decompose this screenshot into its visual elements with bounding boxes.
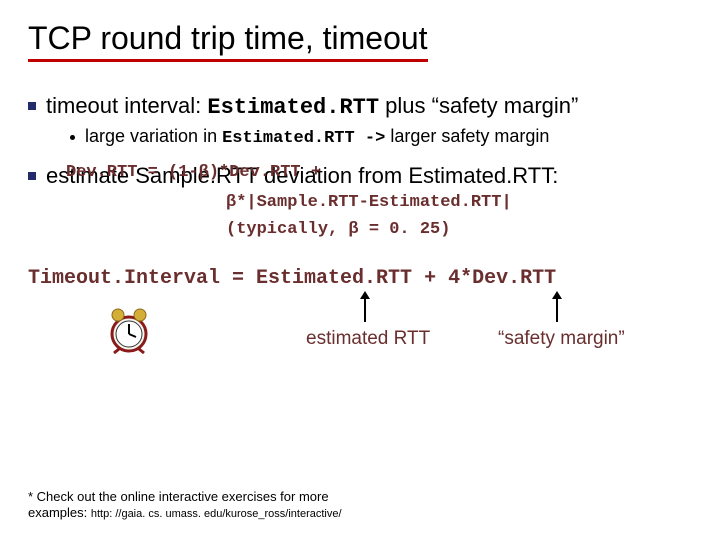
bullet-estimate-deviation: estimate Sample.RTT deviation from Estim… bbox=[28, 162, 692, 190]
bullet-code: Estimated.RTT bbox=[207, 95, 379, 120]
sub-code: Estimated.RTT -> bbox=[222, 129, 385, 148]
footnote: * Check out the online interactive exerc… bbox=[28, 489, 368, 522]
dot-bullet-icon bbox=[70, 135, 75, 140]
formula-typically: (typically, β = 0. 25) bbox=[226, 220, 692, 239]
bullet-lead: timeout interval: bbox=[46, 93, 201, 118]
bullet-tail: plus “safety margin” bbox=[379, 93, 578, 118]
square-bullet-icon bbox=[28, 172, 36, 180]
alarm-clock-icon bbox=[106, 306, 152, 354]
square-bullet-icon bbox=[28, 102, 36, 110]
slide-title: TCP round trip time, timeout bbox=[28, 20, 428, 62]
timeout-interval-formula: Timeout.Interval = Estimated.RTT + 4*Dev… bbox=[28, 267, 692, 290]
sub-a: large variation in bbox=[85, 126, 222, 146]
slide-body: timeout interval: Estimated.RTT plus “sa… bbox=[28, 92, 692, 368]
formula-beta-abs: β*|Sample.RTT-Estimated.RTT| bbox=[226, 193, 692, 212]
footnote-url: http: //gaia. cs. umass. edu/kurose_ross… bbox=[91, 508, 342, 520]
label-estimated-rtt: estimated RTT bbox=[306, 328, 430, 350]
devrtt-formula-overlay: Dev.RTT = (1-β)*Dev.RTT + bbox=[66, 163, 321, 182]
arrow-icon bbox=[364, 298, 366, 322]
sub-bullet-variation: large variation in Estimated.RTT -> larg… bbox=[70, 126, 692, 148]
bullet-timeout-interval: timeout interval: Estimated.RTT plus “sa… bbox=[28, 92, 692, 122]
sub-b: larger safety margin bbox=[385, 126, 549, 146]
label-safety-margin: “safety margin” bbox=[498, 328, 625, 350]
sub-text: large variation in Estimated.RTT -> larg… bbox=[85, 126, 549, 148]
bullet-text: timeout interval: Estimated.RTT plus “sa… bbox=[46, 92, 578, 122]
annotation-row: estimated RTT “safety margin” bbox=[28, 294, 692, 368]
arrow-icon bbox=[556, 298, 558, 322]
